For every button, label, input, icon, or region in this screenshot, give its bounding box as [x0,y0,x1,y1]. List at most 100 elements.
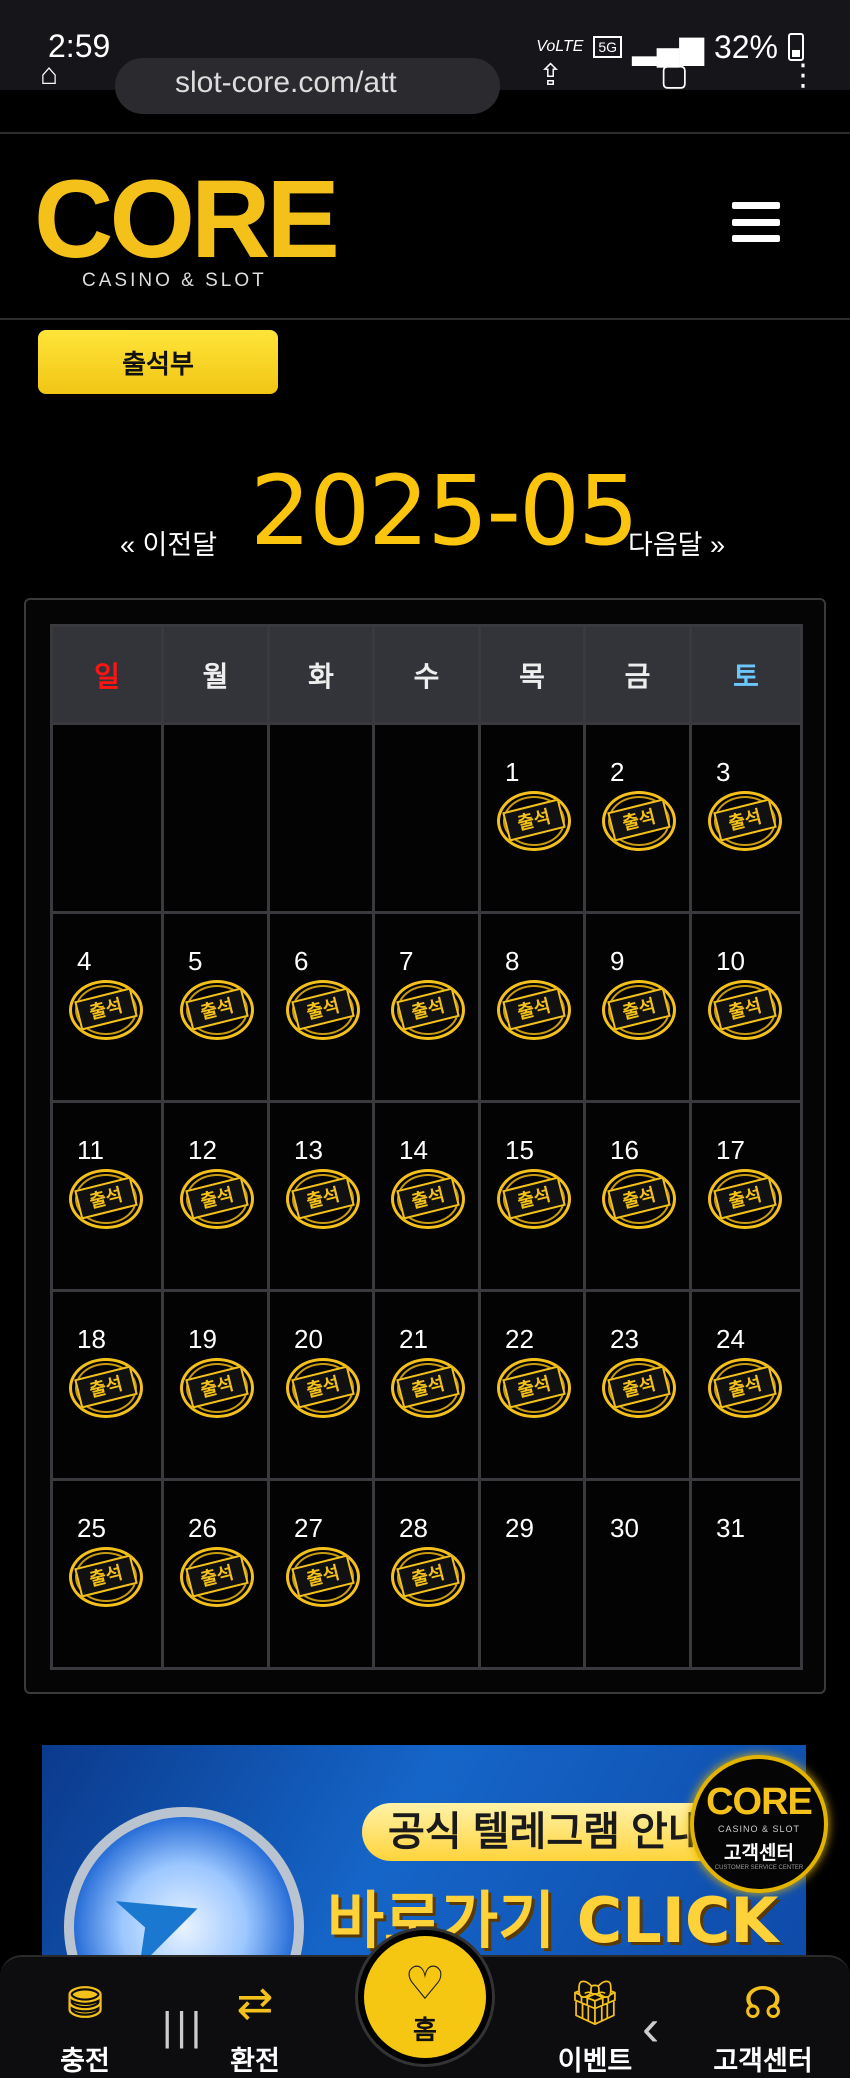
nav-event[interactable]: 🎁︎ 이벤트 [540,1975,650,2078]
system-recents-icon[interactable]: ||| [162,2005,205,2050]
nav-support[interactable]: ☊ 고객센터 [708,1975,818,2078]
calendar-day-cell[interactable]: 11 출석 [50,1100,164,1292]
day-number: 21 [399,1324,428,1354]
calendar-day-cell[interactable]: 7 출석 [372,911,481,1103]
calendar-day-cell[interactable]: 23 출석 [583,1289,692,1481]
calendar-day-cell[interactable]: 8 출석 [478,911,586,1103]
more-menu-icon[interactable]: ⋮ [788,58,818,93]
nav-charge[interactable]: ⛃ 충전 [30,1975,140,2078]
calendar-day-cell[interactable]: 13 출석 [267,1100,375,1292]
calendar-day-cell[interactable]: 25 출석 [50,1478,164,1670]
attendance-stamp-icon: 출석 [708,1169,782,1243]
calendar-day-cell[interactable]: 5 출석 [161,911,270,1103]
day-number: 18 [77,1324,106,1354]
nav-exchange[interactable]: ⇄ 환전 [200,1975,310,2078]
attendance-stamp-icon: 출석 [69,1169,143,1243]
network-type-indicator: 5G [593,36,623,58]
attendance-stamp-icon: 출석 [180,1169,254,1243]
browser-home-icon[interactable]: ⌂ [40,58,58,92]
calendar-day-cell[interactable]: 20 출석 [267,1289,375,1481]
share-icon[interactable]: ⇪ [538,58,563,93]
customer-center-badge[interactable]: CORE CASINO & SLOT 고객센터 CUSTOMER SERVICE… [690,1755,828,1893]
day-number: 8 [505,946,520,976]
home-heart-icon: ♡ [404,1957,446,2009]
day-number: 17 [716,1135,745,1165]
nav-home-label: 홈 [413,2015,437,2045]
calendar-day-cell[interactable]: 6 출석 [267,911,375,1103]
day-number: 7 [399,946,414,976]
site-logo[interactable]: CORE CASINO & SLOT [34,158,340,292]
next-month-link[interactable]: 다음달 » [628,523,725,562]
url-text: slot-core.com/att [175,66,397,99]
weekday-thu: 목 [478,624,586,725]
calendar-day-cell[interactable]: 2 출석 [583,722,692,914]
hamburger-menu-icon[interactable] [732,202,780,242]
calendar-day-cell[interactable]: 31 [689,1478,803,1670]
day-number: 22 [505,1324,534,1354]
calendar-empty-cell [267,722,375,914]
attendance-title-button[interactable]: 출석부 [38,330,278,394]
calendar-day-cell[interactable]: 27 출석 [267,1478,375,1670]
attendance-stamp-icon: 출석 [497,1358,571,1432]
calendar-day-cell[interactable]: 9 출석 [583,911,692,1103]
day-number: 5 [188,946,203,976]
banner-headline: 공식 텔레그램 안내 [362,1803,731,1861]
calendar-day-cell[interactable]: 1 출석 [478,722,586,914]
calendar-empty-cell [161,722,270,914]
calendar-day-cell[interactable]: 3 출석 [689,722,803,914]
calendar-week-row: 25 출석 26 출석 27 출석 28 출석 29 30 31 [50,1478,803,1670]
day-number: 2 [610,757,625,787]
badge-logo: CORE [706,1781,813,1823]
attendance-stamp-icon: 출석 [391,1358,465,1432]
calendar-day-cell[interactable]: 14 출석 [372,1100,481,1292]
calendar-day-cell[interactable]: 16 출석 [583,1100,692,1292]
calendar-empty-cell [50,722,164,914]
tabs-icon[interactable]: ▢ [660,58,688,93]
day-number: 13 [294,1135,323,1165]
calendar-day-cell[interactable]: 24 출석 [689,1289,803,1481]
calendar-week-row: 1 출석 2 출석 3 출석 [50,722,803,914]
weekday-mon: 월 [161,624,270,725]
calendar-empty-cell [372,722,481,914]
calendar-day-cell[interactable]: 22 출석 [478,1289,586,1481]
calendar-day-cell[interactable]: 15 출석 [478,1100,586,1292]
exchange-icon: ⇄ [236,1979,274,2028]
calendar-day-cell[interactable]: 10 출석 [689,911,803,1103]
calendar-day-cell[interactable]: 21 출석 [372,1289,481,1481]
day-number: 30 [610,1513,639,1543]
calendar-day-cell[interactable]: 4 출석 [50,911,164,1103]
day-number: 12 [188,1135,217,1165]
day-number: 19 [188,1324,217,1354]
calendar-day-cell[interactable]: 17 출석 [689,1100,803,1292]
attendance-stamp-icon: 출석 [497,1169,571,1243]
attendance-stamp-icon: 출석 [180,980,254,1054]
system-back-icon[interactable]: ‹ [642,1998,659,2058]
day-number: 9 [610,946,625,976]
nav-home-button[interactable]: ♡ 홈 [358,1930,492,2064]
attendance-stamp-icon: 출석 [69,1547,143,1621]
weekday-header-row: 일 월 화 수 목 금 토 [50,624,803,725]
attendance-stamp-icon: 출석 [708,1358,782,1432]
calendar-day-cell[interactable]: 12 출석 [161,1100,270,1292]
calendar-day-cell[interactable]: 19 출석 [161,1289,270,1481]
calendar-day-cell[interactable]: 30 [583,1478,692,1670]
weekday-wed: 수 [372,624,481,725]
logo-wordmark: CORE [34,158,340,281]
calendar-day-cell[interactable]: 26 출석 [161,1478,270,1670]
url-bar[interactable]: slot-core.com/att [115,58,500,114]
status-bar: 2:59 VoLTE 5G ▂▄▆ 32% ⌂ slot-core.com/at… [0,0,850,114]
attendance-stamp-icon: 출석 [708,791,782,865]
prev-month-link[interactable]: « 이전달 [120,523,217,562]
calendar-body: 1 출석 2 출석 3 출석 4 출석 5 출석 6 출석 7 출석 8 출석 9 출석 10 출석 11 출석 12 출석 1… [50,722,803,1670]
attendance-stamp-icon: 출석 [286,1547,360,1621]
day-number: 10 [716,946,745,976]
battery-icon [788,33,804,61]
calendar-day-cell[interactable]: 18 출석 [50,1289,164,1481]
calendar-day-cell[interactable]: 28 출석 [372,1478,481,1670]
headset-icon: ☊ [743,1979,783,2028]
day-number: 25 [77,1513,106,1543]
attendance-stamp-icon: 출석 [497,980,571,1054]
calendar-week-row: 18 출석 19 출석 20 출석 21 출석 22 출석 23 출석 24 출석 [50,1289,803,1481]
calendar-day-cell[interactable]: 29 [478,1478,586,1670]
day-number: 23 [610,1324,639,1354]
